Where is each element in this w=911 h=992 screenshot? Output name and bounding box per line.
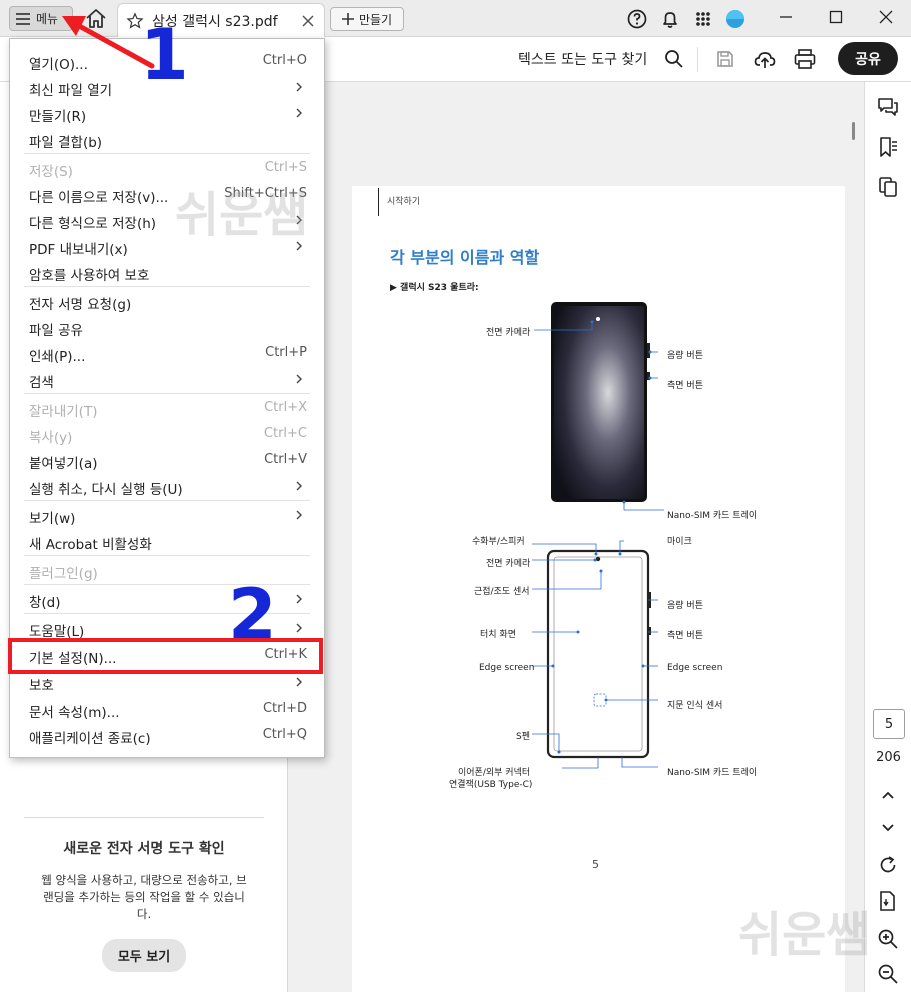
page-number: 5	[592, 858, 599, 871]
watermark: 쉬운쌤	[738, 907, 871, 963]
find-tools-input[interactable]: 텍스트 또는 도구 찾기	[518, 49, 647, 69]
chevron-right-icon	[296, 623, 302, 633]
page-fit-icon[interactable]	[877, 890, 899, 912]
label-mic: 마이크	[667, 537, 692, 547]
menu-item-combine[interactable]: 파일 결합(b)	[10, 126, 324, 152]
minimize-icon[interactable]	[777, 8, 795, 26]
menu-separator	[24, 393, 310, 394]
chevron-right-icon	[296, 594, 302, 604]
pdf-page: 시작하기 각 부분의 이름과 역할 ▶ 갤럭시 S23 울트라: 전면 카메라 …	[352, 186, 845, 992]
step-number-1: 1	[140, 14, 189, 96]
chevron-right-icon	[296, 481, 302, 491]
menu-item-disable-new-acrobat[interactable]: 새 Acrobat 비활성화	[10, 528, 324, 554]
label-connector-2: 연결잭(USB Type-C)	[449, 780, 533, 790]
menu-item-plugins: 플러그인(g)	[29, 566, 98, 582]
menu-separator	[24, 286, 310, 287]
create-button[interactable]: 만들기	[330, 7, 404, 31]
menu-item-create[interactable]: 만들기(R)	[10, 100, 324, 126]
hamburger-icon	[16, 12, 30, 25]
label-receiver: 수화부/스피커	[472, 537, 525, 547]
scrollbar[interactable]	[852, 122, 855, 140]
cloud-upload-icon[interactable]	[754, 48, 776, 70]
chevron-right-icon	[296, 510, 302, 520]
chevron-right-icon	[296, 374, 302, 384]
label-proximity: 근접/조도 센서	[474, 587, 530, 597]
apps-grid-icon[interactable]	[692, 8, 714, 30]
plus-icon	[341, 13, 354, 25]
menu-item-paste[interactable]: 붙여넣기(a) Ctrl+V	[10, 447, 324, 473]
menu-item-exit[interactable]: 애플리케이션 종료(c) Ctrl+Q	[10, 722, 324, 748]
menu-item-search[interactable]: 검색	[10, 366, 324, 392]
save-icon[interactable]	[715, 49, 735, 69]
promo-card: 새로운 전자 서명 도구 확인 웹 양식을 사용하고, 대량으로 전송하고, 브…	[0, 817, 288, 972]
label-fingerprint: 지문 인식 센서	[667, 701, 723, 711]
promo-title: 새로운 전자 서명 도구 확인	[63, 841, 225, 857]
copy-pages-icon[interactable]	[877, 176, 899, 198]
label-edge-left: Edge screen	[479, 663, 535, 673]
bookmark-icon[interactable]	[877, 136, 899, 158]
label-touch: 터치 화면	[480, 630, 516, 640]
chevron-right-icon	[296, 108, 302, 118]
search-icon[interactable]	[664, 49, 684, 69]
create-label: 만들기	[358, 12, 393, 27]
chevron-right-icon	[296, 82, 302, 92]
label-sim: Nano-SIM 카드 트레이	[667, 511, 758, 521]
label-edge-right: Edge screen	[667, 663, 723, 673]
chevron-down-icon[interactable]	[877, 817, 899, 839]
menu-item-cut: 잘라내기(T) Ctrl+X	[29, 400, 307, 420]
label-volume: 음량 버튼	[667, 351, 703, 361]
menu-item-protect-password[interactable]: 암호를 사용하여 보호	[10, 259, 324, 285]
maximize-icon[interactable]	[827, 8, 845, 26]
label-side: 측면 버튼	[667, 381, 703, 391]
menu-item-undo-redo[interactable]: 실행 취소, 다시 실행 등(U)	[10, 473, 324, 499]
label-front-camera: 전면 카메라	[486, 328, 531, 338]
label-spen: S펜	[516, 732, 530, 742]
menu-item-share-file[interactable]: 파일 공유	[10, 314, 324, 340]
comment-icon[interactable]	[877, 96, 899, 118]
see-all-button[interactable]: 모두 보기	[101, 939, 187, 972]
menu-separator	[24, 153, 310, 154]
zoom-out-icon[interactable]	[877, 963, 899, 985]
menu-separator	[24, 500, 310, 501]
share-button[interactable]: 공유	[838, 42, 898, 75]
current-page-input[interactable]: 5	[873, 709, 905, 739]
refresh-icon[interactable]	[877, 854, 899, 876]
label-volume-2: 음량 버튼	[667, 601, 703, 611]
menu-item-copy: 복사(y) Ctrl+C	[29, 426, 307, 446]
chevron-right-icon	[296, 677, 302, 687]
menu-item-request-signature[interactable]: 전자 서명 요청(g)	[10, 288, 324, 314]
promo-body: 웹 양식을 사용하고, 대량으로 전송하고, 브랜딩을 추가하는 등의 작업을 …	[41, 873, 247, 921]
highlight-box	[8, 638, 323, 674]
avatar[interactable]	[724, 8, 746, 30]
menu-item-print[interactable]: 인쇄(P)... Ctrl+P	[10, 340, 324, 366]
label-front-camera-2: 전면 카메라	[486, 559, 531, 569]
chevron-up-icon[interactable]	[877, 784, 899, 806]
menu-item-view[interactable]: 보기(w)	[10, 502, 324, 528]
close-window-icon[interactable]	[877, 8, 895, 26]
menu-separator	[24, 555, 310, 556]
divider	[24, 817, 264, 818]
bell-icon[interactable]	[659, 8, 681, 30]
menu-item-document-properties[interactable]: 문서 속성(m)... Ctrl+D	[10, 696, 324, 722]
help-icon[interactable]	[626, 8, 648, 30]
right-rail: 5 206	[864, 82, 911, 992]
label-side-2: 측면 버튼	[667, 631, 703, 641]
menu-item-window[interactable]: 창(d)	[10, 586, 324, 612]
close-tab-icon[interactable]	[300, 13, 316, 29]
phone-diagram	[532, 302, 664, 769]
zoom-in-icon[interactable]	[877, 928, 899, 950]
watermark: 쉬운쌤	[175, 187, 308, 243]
label-sim-2: Nano-SIM 카드 트레이	[667, 768, 758, 778]
total-pages: 206	[876, 750, 901, 765]
print-icon[interactable]	[794, 49, 816, 69]
